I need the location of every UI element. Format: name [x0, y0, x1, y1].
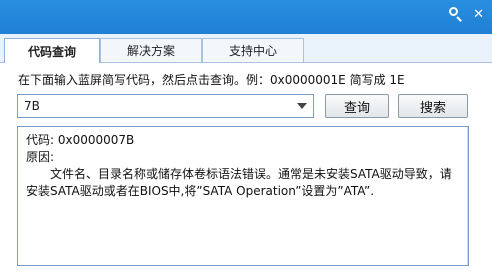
query-button[interactable]: 查询: [325, 94, 389, 118]
result-code-line: 代码: 0x0000007B: [26, 133, 135, 147]
search-icon[interactable]: [449, 7, 463, 22]
code-query-panel: 在下面输入蓝屏简写代码，然后点击查询。例：0x0000001E 简写成 1E 7…: [0, 63, 492, 272]
tab-strip: 代码查询 解决方案 支持中心: [0, 34, 492, 63]
close-icon[interactable]: ✕: [473, 8, 484, 21]
instruction-text: 在下面输入蓝屏简写代码，然后点击查询。例：0x0000001E 简写成 1E: [18, 73, 405, 87]
tab-code-query[interactable]: 代码查询: [4, 38, 100, 63]
result-reason-label: 原因:: [26, 150, 55, 164]
title-bar-controls: ✕: [449, 4, 484, 24]
title-bar: ✕: [0, 0, 492, 34]
result-reason-text: 文件名、目录名称或储存体卷标语法错误。通常是未安装SATA驱动导致，请安装SAT…: [26, 167, 452, 198]
result-scroll-edge: [467, 127, 468, 265]
tab-support-center[interactable]: 支持中心: [202, 38, 304, 62]
tab-solutions[interactable]: 解决方案: [100, 38, 202, 62]
search-button[interactable]: 搜索: [398, 94, 468, 118]
code-input-value[interactable]: 7B: [24, 99, 40, 113]
chevron-down-icon[interactable]: [297, 103, 307, 109]
result-textbox[interactable]: 代码: 0x0000007B 原因: 文件名、目录名称或储存体卷标语法错误。通常…: [17, 126, 469, 266]
code-combobox[interactable]: 7B: [17, 94, 314, 118]
